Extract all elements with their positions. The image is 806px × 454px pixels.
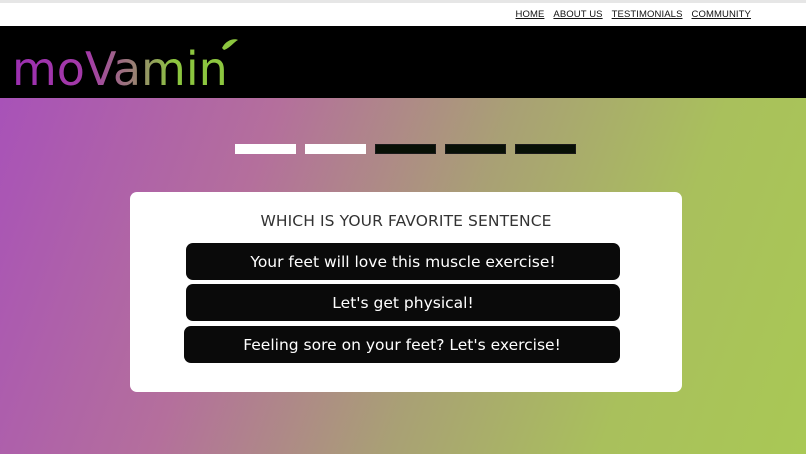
svg-text:moVamin: moVamin [12,42,228,92]
progress-step-4 [445,144,506,154]
nav-testimonials-link[interactable]: TESTIMONIALS [612,9,683,20]
answer-option-2[interactable]: Let's get physical! [186,284,620,321]
question-title: WHICH IS YOUR FAVORITE SENTENCE [260,212,552,230]
logo-wordmark: moVamin [12,39,238,92]
nav-community-link[interactable]: COMMUNITY [692,9,751,20]
progress-step-1 [235,144,296,154]
progress-step-2 [305,144,366,154]
answer-option-3[interactable]: Feeling sore on your feet? Let's exercis… [184,326,620,363]
nav-home-link[interactable]: HOME [516,9,545,20]
header: moVamin [0,26,806,98]
answer-option-1[interactable]: Your feet will love this muscle exercise… [186,243,620,280]
progress-step-3 [375,144,436,154]
progress-step-5 [515,144,576,154]
progress-steps [235,144,576,154]
question-card: WHICH IS YOUR FAVORITE SENTENCE Your fee… [130,192,682,392]
main-content: WHICH IS YOUR FAVORITE SENTENCE Your fee… [0,98,806,454]
nav-links: HOME ABOUT US TESTIMONIALS COMMUNITY [516,9,751,20]
top-nav: HOME ABOUT US TESTIMONIALS COMMUNITY [0,0,806,26]
brand-logo[interactable]: moVamin [12,38,252,92]
nav-about-link[interactable]: ABOUT US [553,9,602,20]
